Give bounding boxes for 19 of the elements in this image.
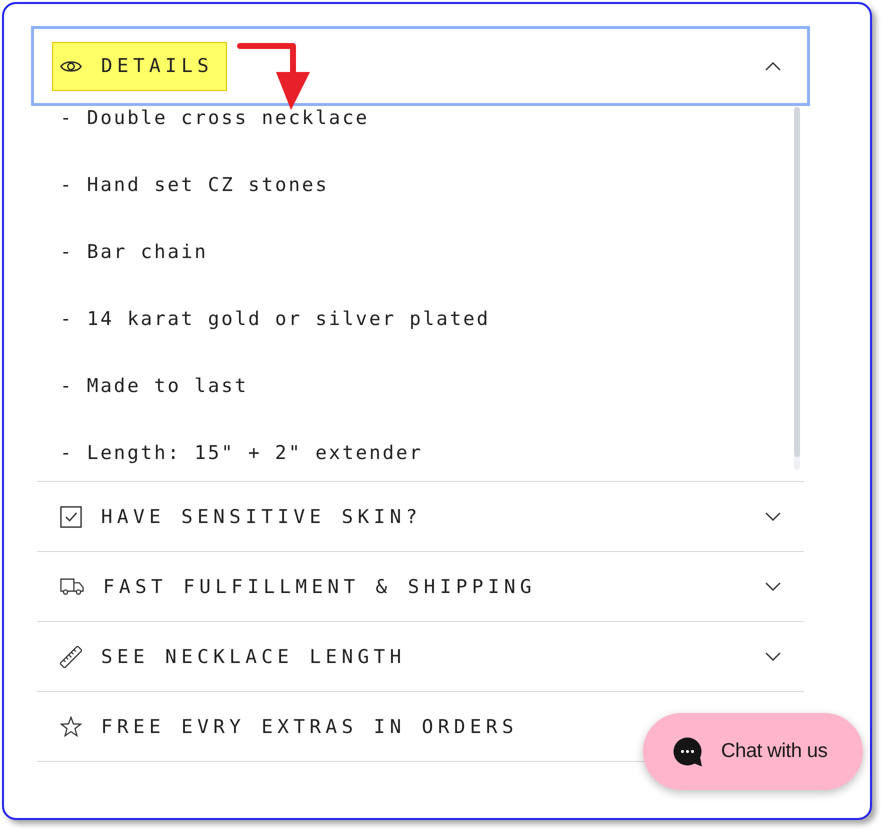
accordion-header[interactable]: FAST FULFILLMENT & SHIPPING [37, 552, 804, 621]
detail-item: - Length: 15" + 2" extender [60, 441, 423, 465]
details-accordion-header[interactable]: DETAILS [31, 26, 810, 106]
ruler-icon [60, 646, 82, 668]
section-title: DETAILS [101, 54, 214, 78]
detail-item: - Double cross necklace [60, 106, 370, 130]
checked-box-icon [60, 506, 82, 528]
star-icon [60, 716, 82, 738]
accordion-header[interactable]: HAVE SENSITIVE SKIN? [37, 482, 804, 551]
chat-button[interactable]: Chat with us [643, 713, 863, 790]
accordion-header[interactable]: SEE NECKLACE LENGTH [37, 622, 804, 691]
detail-item: - Hand set CZ stones [60, 173, 329, 197]
detail-item: - Made to last [60, 374, 248, 398]
detail-item: - Bar chain [60, 240, 208, 264]
eye-icon [60, 58, 82, 74]
detail-item: - 14 karat gold or silver plated [60, 307, 490, 331]
truck-icon [60, 578, 84, 595]
accordion-header[interactable]: FREE EVRY EXTRAS IN ORDERS [37, 692, 542, 761]
chat-bubble-icon [673, 736, 703, 766]
